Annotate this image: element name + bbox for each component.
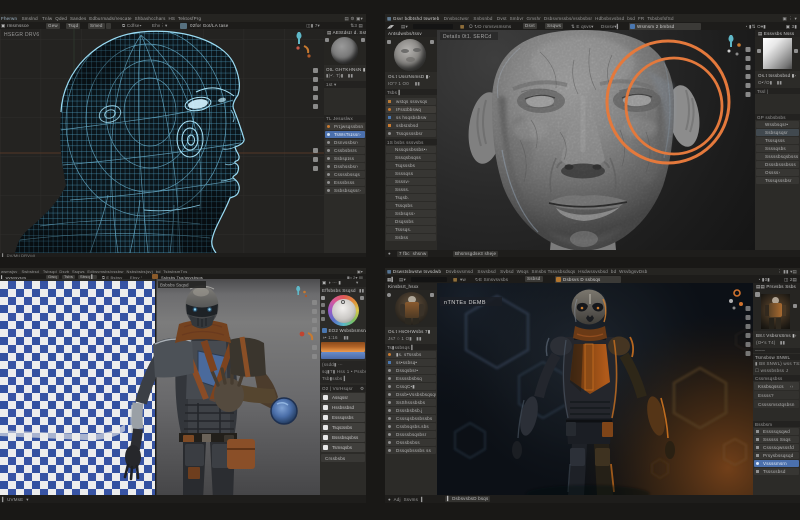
svg-text:HSEGR DRV6: HSEGR DRV6 [4, 32, 39, 38]
svg-text:Details 0t1. SERCd: Details 0t1. SERCd [443, 34, 491, 40]
svg-text:nTNTEs DEMB: nTNTEs DEMB [444, 300, 486, 306]
svg-text:Bsbsbs Ssqsd: Bsbsbs Ssqsd [160, 283, 189, 288]
